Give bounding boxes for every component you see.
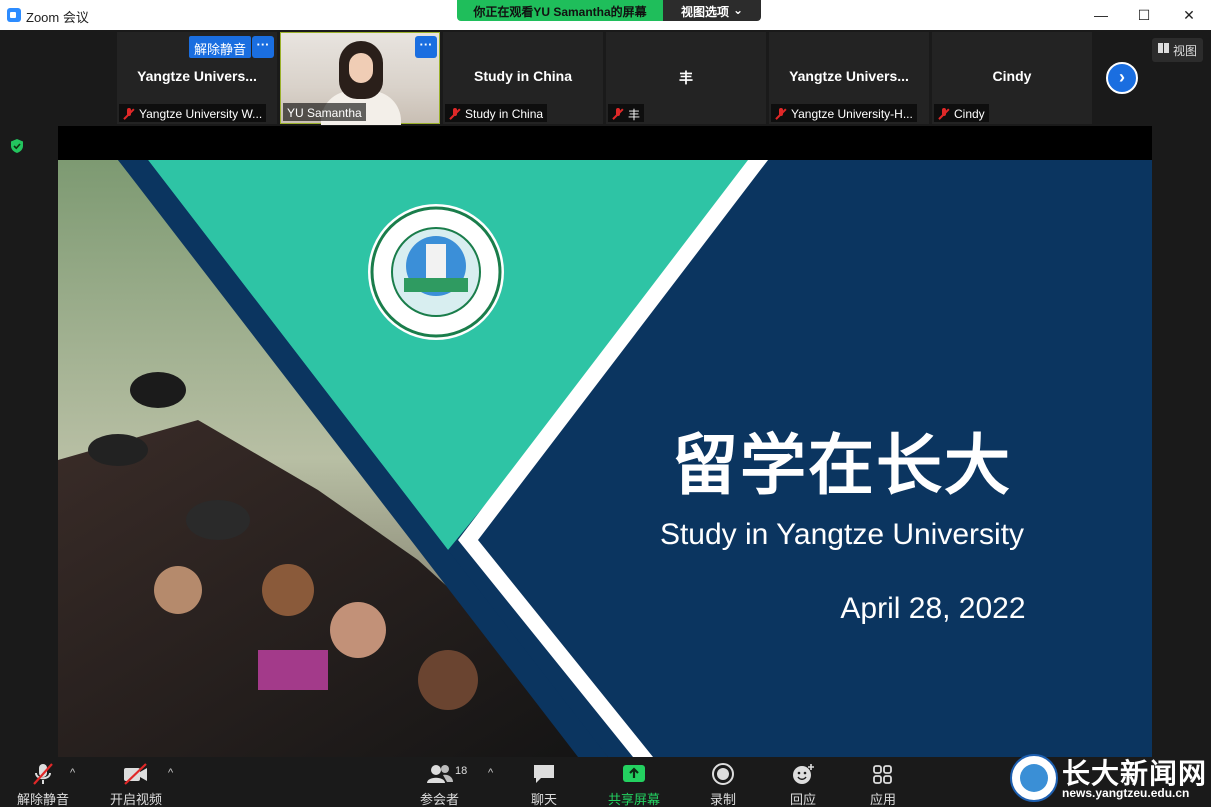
- slide-title: 留学在长大: [672, 427, 1012, 504]
- microphone-muted-icon: [30, 761, 56, 787]
- university-logo-icon: [1010, 754, 1058, 802]
- start-video-button[interactable]: 开启视频: [110, 761, 162, 807]
- view-button-label: 视图: [1173, 44, 1198, 58]
- smiley-icon: [790, 761, 816, 787]
- participant-name: Cindy: [992, 68, 1032, 84]
- participant-label: Study in China: [445, 104, 548, 122]
- slide-subtitle: Study in Yangtze University: [659, 518, 1025, 551]
- start-video-label: 开启视频: [110, 792, 163, 807]
- participant-label: Yangtze University W...: [119, 104, 267, 122]
- watermark-url: news.yangtzeu.edu.cn: [1062, 786, 1190, 800]
- participant-tile[interactable]: Cindy Cindy: [932, 32, 1092, 124]
- participant-label-text: Study in China: [465, 107, 544, 121]
- share-letterbox: [58, 126, 1152, 160]
- grid-view-icon: [1158, 43, 1169, 53]
- apps-label: 应用: [870, 792, 897, 807]
- participant-label-text: Cindy: [954, 107, 985, 121]
- mic-muted-icon: [938, 108, 950, 120]
- mic-muted-icon: [123, 108, 135, 120]
- viewing-share-message: 你正在观看YU Samantha的屏幕: [457, 0, 663, 21]
- chat-label: 聊天: [531, 792, 558, 807]
- participants-icon: [426, 761, 454, 787]
- share-screen-label: 共享屏幕: [608, 792, 661, 807]
- participant-label: 丰: [608, 104, 645, 122]
- participant-name: Yangtze Univers...: [789, 68, 909, 84]
- share-screen-button[interactable]: 共享屏幕: [608, 761, 660, 807]
- participant-gallery: Yangtze Univers... Yangtze University W.…: [0, 30, 1211, 126]
- unmute-label: 解除静音: [17, 792, 70, 807]
- participant-label: YU Samantha: [283, 103, 366, 121]
- chat-button[interactable]: 聊天: [531, 761, 557, 807]
- participant-name: Study in China: [474, 68, 572, 84]
- video-person-face: [339, 41, 383, 99]
- yangtze-university-seal: [368, 204, 504, 340]
- apps-icon: [870, 761, 896, 787]
- mic-muted-icon: [775, 108, 787, 120]
- news-watermark: 长大新闻网 news.yangtzeu.edu.cn: [1008, 752, 1211, 807]
- apps-button[interactable]: 应用: [870, 761, 896, 807]
- unmute-request-button[interactable]: 解除静音: [189, 36, 252, 58]
- grad-cap-1: [130, 372, 186, 408]
- participant-label-text: Yangtze University-H...: [791, 107, 913, 121]
- view-button[interactable]: 视图: [1152, 38, 1204, 62]
- participant-tile[interactable]: Yangtze Univers... Yangtze University-H.…: [769, 32, 929, 124]
- chevron-down-icon: ⌄: [732, 3, 744, 17]
- more-options-button[interactable]: ···: [252, 36, 274, 58]
- reactions-button[interactable]: 回应: [790, 761, 816, 807]
- chat-icon: [531, 761, 557, 787]
- zoom-logo-icon: [7, 8, 21, 22]
- camera-off-icon: [122, 761, 150, 787]
- view-options-label: 视图选项: [680, 5, 729, 19]
- record-icon: [710, 761, 736, 787]
- unmute-button[interactable]: 解除静音: [17, 761, 69, 807]
- participants-options-caret[interactable]: ^: [488, 767, 493, 779]
- maximize-button[interactable]: ☐: [1121, 0, 1167, 30]
- minimize-button[interactable]: —: [1078, 0, 1124, 30]
- slide-date: April 28, 2022: [840, 592, 1026, 625]
- more-options-button[interactable]: ···: [415, 36, 437, 58]
- reactions-label: 回应: [790, 792, 817, 807]
- mic-muted-icon: [612, 108, 624, 120]
- video-options-caret[interactable]: ^: [168, 767, 173, 779]
- close-button[interactable]: ✕: [1166, 0, 1211, 30]
- record-button[interactable]: 录制: [710, 761, 736, 807]
- title-bar: Zoom 会议 你正在观看YU Samantha的屏幕 视图选项 ⌄ — ☐ ✕: [0, 0, 1211, 30]
- view-options-button[interactable]: 视图选项 ⌄: [663, 0, 761, 21]
- window-title: Zoom 会议: [26, 10, 89, 25]
- participant-name: 丰: [679, 70, 693, 86]
- participants-label: 参会者: [420, 792, 460, 807]
- participants-button[interactable]: 参会者: [420, 761, 459, 807]
- next-page-button[interactable]: ›: [1106, 62, 1138, 94]
- participant-label-text: 丰: [628, 107, 641, 122]
- mic-muted-icon: [449, 108, 461, 120]
- participant-label-text: YU Samantha: [287, 106, 362, 120]
- participant-label: Yangtze University-H...: [771, 104, 917, 122]
- participant-tile[interactable]: 丰 丰: [606, 32, 766, 124]
- participant-count: 18: [455, 765, 468, 777]
- audio-options-caret[interactable]: ^: [70, 767, 75, 779]
- participant-label: Cindy: [934, 104, 989, 122]
- participant-name: Yangtze Univers...: [137, 68, 257, 84]
- record-label: 录制: [710, 792, 737, 807]
- participant-label-text: Yangtze University W...: [139, 107, 263, 121]
- share-screen-icon: [621, 761, 647, 787]
- shared-slide: 留学在长大 Study in Yangtze University April …: [58, 160, 1152, 757]
- security-shield-icon[interactable]: [9, 138, 25, 154]
- screen-share-banner: 你正在观看YU Samantha的屏幕 视图选项 ⌄: [457, 0, 761, 21]
- participant-tile[interactable]: Study in China Study in China: [443, 32, 603, 124]
